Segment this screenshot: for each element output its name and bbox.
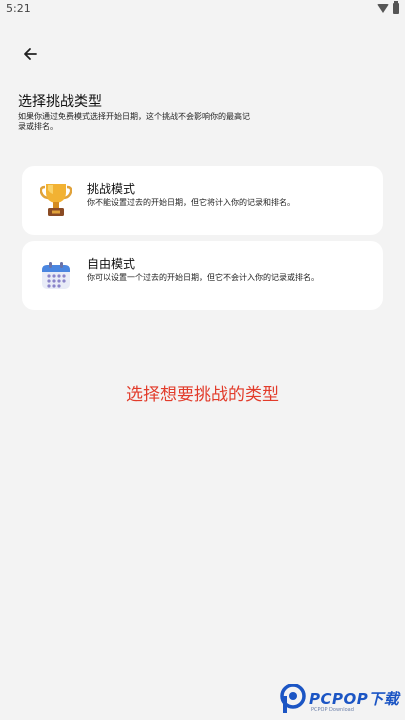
battery-icon (393, 1, 399, 14)
back-button[interactable] (16, 40, 44, 68)
challenge-mode-title: 挑战模式 (87, 182, 136, 196)
pcpop-logo-icon (280, 684, 306, 713)
status-bar: 5:21 (0, 0, 405, 18)
arrow-left-icon (24, 48, 37, 60)
page-subtitle: 如果你通过免费模式选择开始日期，这个挑战不会影响你的最高记录或排名。 (18, 112, 250, 131)
challenge-mode-description: 你不能设置过去的开始日期，但它将计入你的记录和排名。 (87, 198, 295, 207)
status-icons (377, 1, 399, 14)
watermark-text: PCPOP下载 (309, 690, 400, 708)
status-time: 5:21 (6, 2, 31, 15)
calendar-icon (42, 262, 70, 289)
watermark-subtext: PCPOP Download (311, 707, 354, 713)
free-mode-title: 自由模式 (87, 257, 136, 271)
wifi-icon (377, 4, 389, 13)
free-mode-card[interactable]: 自由模式 你可以设置一个过去的开始日期，但它不会计入你的记录或排名。 (22, 241, 383, 310)
watermark: PCPOP下载 PCPOP Download (278, 684, 405, 720)
hint-text: 选择想要挑战的类型 (126, 385, 279, 405)
free-mode-description: 你可以设置一个过去的开始日期，但它不会计入你的记录或排名。 (87, 273, 319, 282)
page-title: 选择挑战类型 (18, 94, 102, 110)
trophy-icon (40, 184, 72, 216)
challenge-mode-card[interactable]: 挑战模式 你不能设置过去的开始日期，但它将计入你的记录和排名。 (22, 166, 383, 235)
